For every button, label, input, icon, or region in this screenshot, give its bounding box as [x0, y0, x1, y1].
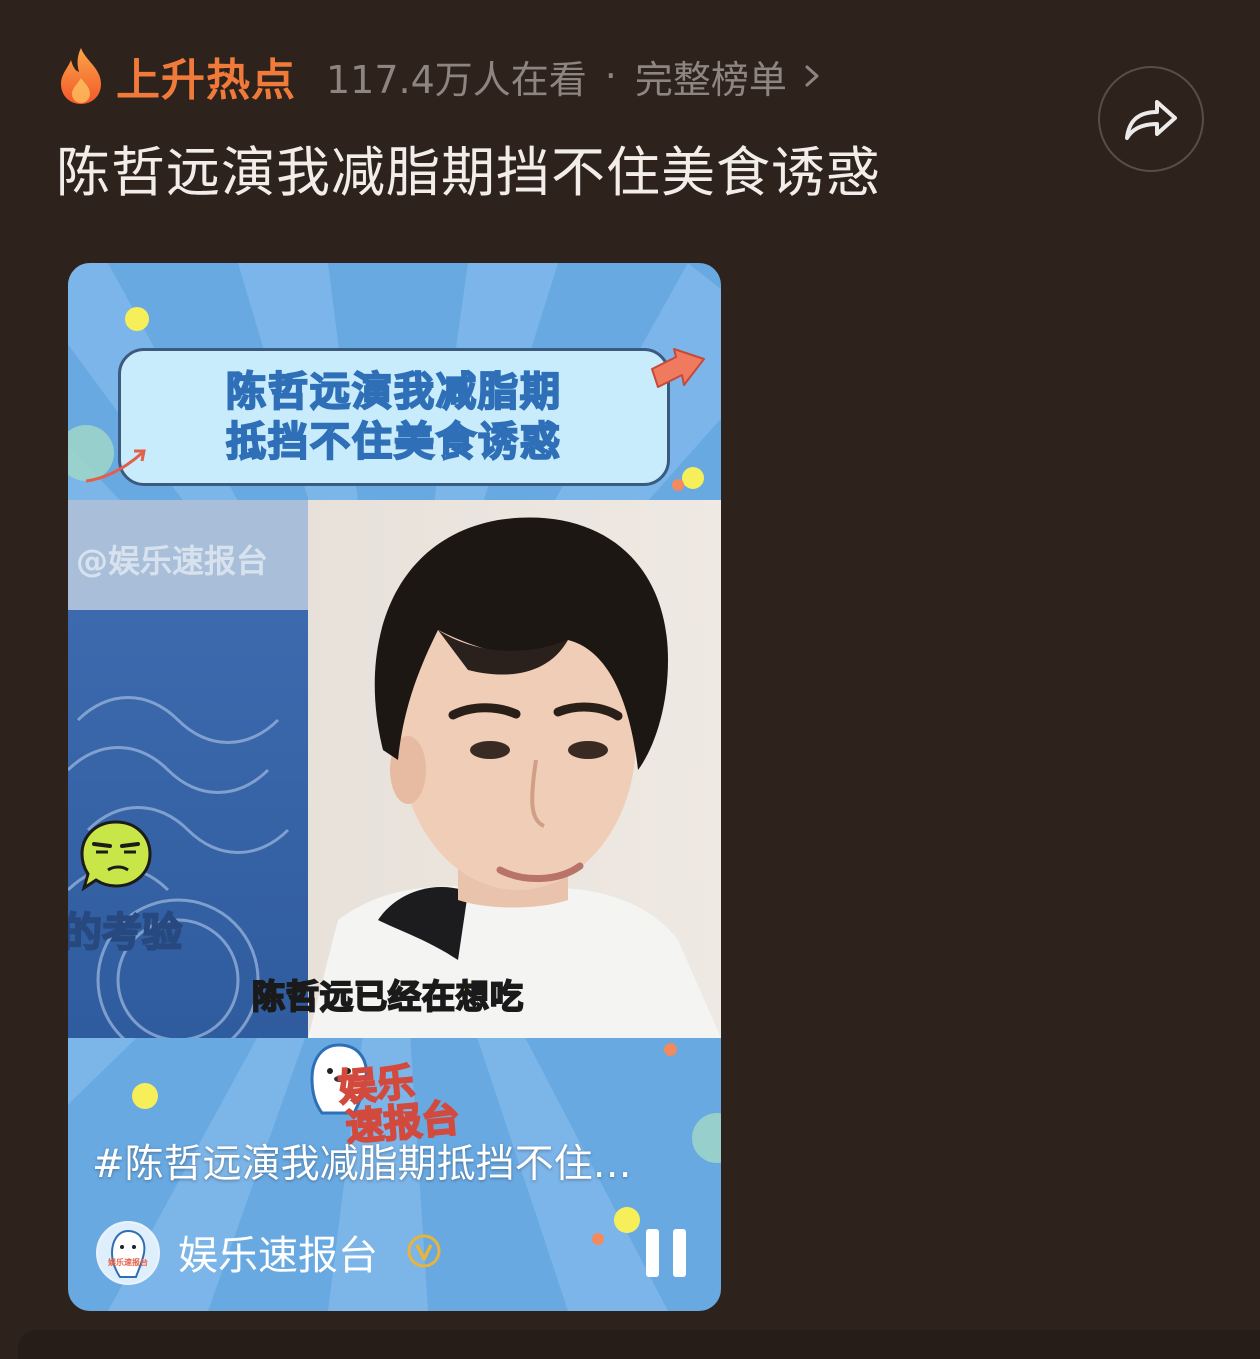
title-banner: 陈哲远演我减脂期 抵挡不住美食诱惑: [118, 348, 670, 486]
portrait-image: [308, 517, 721, 1038]
video-hashtag[interactable]: #陈哲远演我减脂期抵挡不住…: [92, 1133, 632, 1189]
doodle-arrow-icon: [85, 449, 146, 483]
watermark-text: @娱乐速报台: [76, 542, 269, 580]
deco-dot: [672, 479, 684, 491]
pause-button[interactable]: [644, 1229, 688, 1277]
deco-dot: [592, 1233, 604, 1245]
separator-dot: ·: [604, 54, 617, 98]
hot-label: 上升热点: [116, 55, 296, 106]
bottom-panel: [18, 1330, 1260, 1359]
arrow-sticker-icon: [651, 348, 705, 388]
video-card[interactable]: 陈哲远演我减脂期 抵挡不住美食诱惑 @娱乐速报台 的考验 陈哲远已经在想吃 娱乐…: [68, 263, 721, 1311]
author-name[interactable]: 娱乐速报台: [178, 1223, 378, 1281]
verified-icon: [407, 1234, 441, 1268]
video-frame: @娱乐速报台 的考验 陈哲远已经在想吃: [68, 500, 721, 1038]
deco-dot: [664, 1043, 677, 1056]
banner-line-2: 抵挡不住美食诱惑: [225, 418, 562, 466]
hot-topic-header: 上升热点 117.4万人在看 · 完整榜单: [56, 46, 823, 106]
deco-dot: [682, 467, 704, 489]
full-list-link[interactable]: 完整榜单: [635, 49, 787, 104]
deco-dot: [614, 1207, 640, 1233]
share-icon: [1125, 100, 1177, 140]
banner-line-1: 陈哲远演我减脂期: [225, 368, 562, 416]
pause-icon: [646, 1229, 659, 1277]
avatar[interactable]: 娱乐速报台: [96, 1221, 160, 1285]
topic-title[interactable]: 陈哲远演我减脂期挡不住美食诱惑: [56, 128, 881, 207]
share-button[interactable]: [1098, 66, 1204, 172]
video-subtitle: 陈哲远已经在想吃: [251, 976, 524, 1017]
avatar-mascot-icon: [98, 1223, 158, 1283]
flame-icon: [61, 48, 101, 104]
chevron-right-icon[interactable]: [801, 61, 823, 91]
deco-dot: [125, 307, 149, 331]
pause-icon: [673, 1229, 686, 1277]
emoji-face-sticker-icon: [80, 820, 152, 892]
viewer-count: 117.4万人在看: [326, 57, 587, 102]
avatar-text: 娱乐速报台: [108, 1258, 148, 1267]
deco-dot: [132, 1083, 158, 1109]
side-caption: 的考验: [68, 909, 183, 957]
